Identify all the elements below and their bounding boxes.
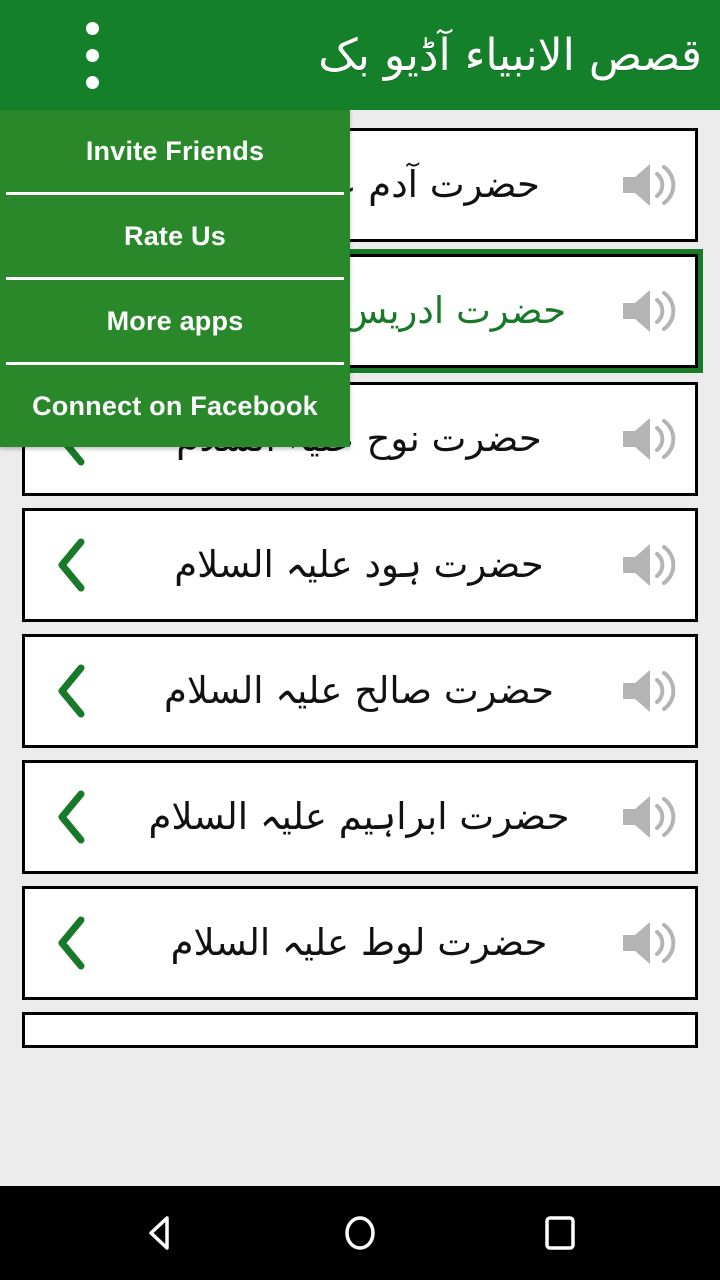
overflow-popup-menu[interactable]: Invite Friends Rate Us More apps Connect on… [0,110,350,447]
chevron-left-icon[interactable] [25,787,121,847]
menu-item[interactable]: Invite Friends [0,110,350,192]
list-item-title: حضرت صالح علیہ السلام [163,668,555,712]
speaker-icon[interactable] [603,791,695,843]
menu-item[interactable]: Rate Us [0,195,350,277]
list-item[interactable] [22,1012,698,1048]
list-item-title: حضرت ہود علیہ السلام [174,542,544,586]
list-item-title: حضرت لوط علیہ السلام [170,920,548,964]
android-navigation-bar [0,1186,720,1280]
home-icon[interactable] [300,1186,420,1280]
speaker-icon[interactable] [603,665,695,717]
list-item[interactable]: حضرت ابراہیم علیہ السلام [22,760,698,874]
chevron-left-icon[interactable] [25,535,121,595]
menu-item[interactable]: More apps [0,280,350,362]
overflow-dot [85,75,99,89]
speaker-icon[interactable] [603,413,695,465]
app-bar: قصص الانبیاء آڈیو بک [0,0,720,110]
speaker-icon[interactable] [603,285,695,337]
speaker-icon[interactable] [603,539,695,591]
app-title: قصص الانبیاء آڈیو بک [318,29,703,81]
overflow-dot [85,48,99,62]
list-item[interactable]: حضرت صالح علیہ السلام [22,634,698,748]
chevron-left-icon[interactable] [25,913,121,973]
recents-icon[interactable] [500,1186,620,1280]
speaker-icon[interactable] [603,917,695,969]
app-screen: قصص الانبیاء آڈیو بک حضرت آدم علیہ السلا… [0,0,720,1280]
list-item[interactable]: حضرت ہود علیہ السلام [22,508,698,622]
overflow-menu-icon[interactable] [56,6,128,104]
overflow-dot [85,21,99,35]
list-item[interactable]: حضرت لوط علیہ السلام [22,886,698,1000]
chevron-left-icon[interactable] [25,661,121,721]
speaker-icon[interactable] [603,159,695,211]
back-icon[interactable] [100,1186,220,1280]
list-item-title: حضرت ابراہیم علیہ السلام [148,794,570,838]
menu-item[interactable]: Connect on Facebook [0,365,350,447]
